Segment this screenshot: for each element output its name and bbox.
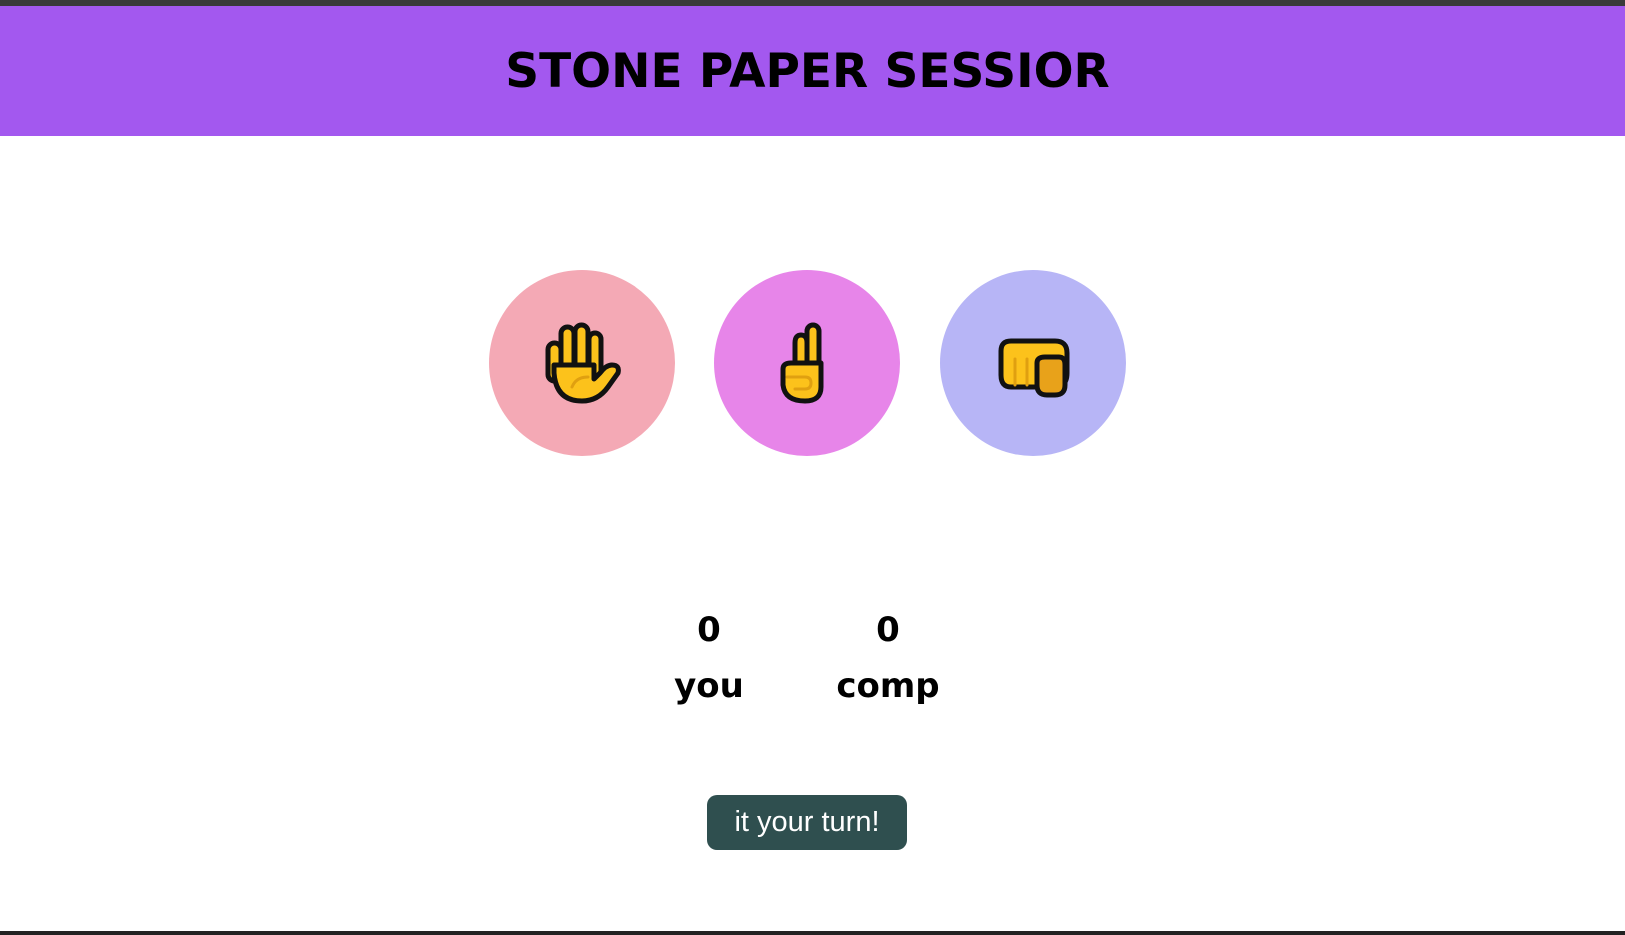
stone-choice-button[interactable]	[940, 270, 1126, 456]
comp-score-value: 0	[876, 610, 900, 650]
status-message: it your turn!	[707, 795, 907, 850]
user-score: 0 you	[629, 610, 789, 708]
raised-hand-icon	[542, 321, 622, 405]
bottom-divider	[0, 931, 1625, 935]
page-title: STONE PAPER SESSIOR	[505, 43, 1110, 99]
user-score-value: 0	[697, 610, 721, 650]
comp-score-label: comp	[836, 666, 940, 706]
scissors-choice-button[interactable]	[714, 270, 900, 456]
page-header: STONE PAPER SESSIOR	[0, 6, 1625, 136]
paper-choice-button[interactable]	[489, 270, 675, 456]
raised-fist-icon	[993, 327, 1073, 399]
comp-score: 0 comp	[808, 610, 968, 708]
victory-hand-icon	[777, 321, 837, 405]
user-score-label: you	[674, 666, 744, 706]
